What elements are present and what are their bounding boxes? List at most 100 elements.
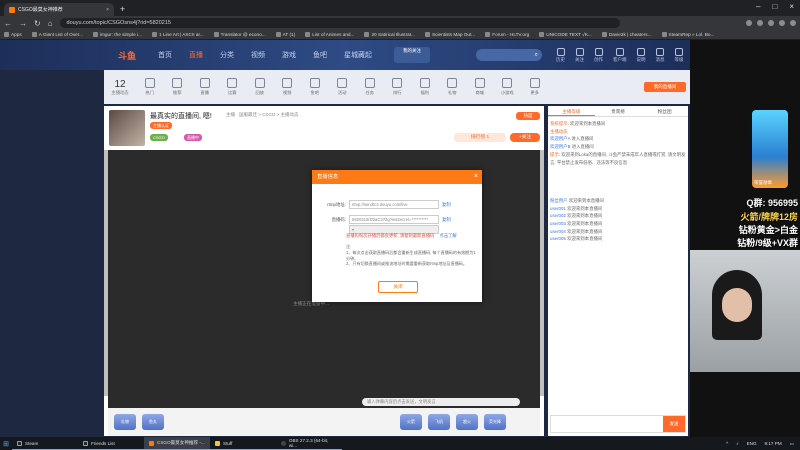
back-icon[interactable]: ←	[4, 19, 12, 28]
follow-count[interactable]: 12 主播动态	[104, 79, 136, 96]
extension-icon[interactable]	[757, 20, 763, 26]
bookmark[interactable]: UNICODE TEXT √K...	[539, 32, 592, 37]
tag-badge[interactable]: 直播中	[184, 134, 202, 141]
taskbar-item[interactable]: Stuff	[210, 437, 276, 450]
copy-code-button[interactable]: 复制	[442, 217, 451, 223]
gift-item[interactable]: 火箭	[400, 414, 422, 430]
bookmark[interactable]: Translator @ econo...	[213, 32, 266, 37]
douyu-logo[interactable]: 斗鱼	[118, 49, 146, 62]
bookmark[interactable]: Davie2k | cheaters...	[601, 32, 652, 37]
taskbar-item[interactable]: Friends List	[78, 437, 144, 450]
clock[interactable]: 9:17 PM	[765, 441, 782, 446]
sub-item[interactable]: 任务	[356, 78, 384, 96]
bookmark[interactable]: List of Animes and...	[305, 32, 354, 37]
chat-tab[interactable]: 粉丝团	[641, 106, 688, 116]
bookmark[interactable]: 1 Line Art | ASCII ar...	[151, 32, 204, 37]
sub-item[interactable]: 热门	[136, 78, 164, 96]
send-button[interactable]: 发送	[663, 416, 685, 432]
danmu-input[interactable]: 输入弹幕内容后点击发送，文明发言	[362, 398, 520, 406]
help-button[interactable]: 说明	[637, 47, 646, 63]
chat-tab[interactable]: 贵宾榜	[595, 106, 642, 116]
sub-item[interactable]: 直播	[191, 78, 219, 96]
nav-games[interactable]: 游戏	[282, 50, 296, 60]
bookmark[interactable]: A Giant List of Over...	[31, 32, 83, 37]
gift-item[interactable]: 鱼丸	[142, 414, 164, 430]
message-button[interactable]: 消息	[656, 47, 665, 63]
new-tab-icon[interactable]: +	[120, 3, 125, 16]
sub-item[interactable]: 更多	[521, 78, 549, 96]
nav-fishbar[interactable]: 鱼吧	[313, 50, 327, 60]
forward-icon[interactable]: →	[19, 19, 27, 28]
hot-button[interactable]: 热度	[516, 112, 540, 120]
my-room-button[interactable]: 我的直播间	[644, 82, 686, 92]
sub-item[interactable]: 活动	[329, 78, 357, 96]
bookmark[interactable]: SteamRep » Lol. Bo...	[661, 32, 714, 37]
sub-item[interactable]: 视频	[274, 78, 302, 96]
home-icon[interactable]: ⌂	[48, 19, 53, 28]
chat-tab[interactable]: 主播等级	[548, 106, 595, 116]
search-icon[interactable]: ⌕	[535, 52, 538, 59]
sub-item[interactable]: 小游戏	[494, 78, 522, 96]
notification-icon[interactable]: ▭	[790, 441, 794, 447]
reload-icon[interactable]: ↻	[34, 19, 41, 28]
language-indicator[interactable]: ENG	[747, 441, 757, 446]
taskbar-item[interactable]: Steam	[12, 437, 78, 450]
sub-item[interactable]: 排行	[384, 78, 412, 96]
nav-home[interactable]: 首页	[158, 50, 172, 60]
client-button[interactable]: 客户端	[613, 47, 627, 63]
sub-item[interactable]: 礼物	[439, 78, 467, 96]
gift-item[interactable]: 荧光棒	[484, 414, 506, 430]
close-tab-icon[interactable]: ×	[106, 7, 109, 13]
history-button[interactable]: 历史	[556, 47, 565, 63]
sub-item[interactable]: 鱼吧	[301, 78, 329, 96]
bookmark[interactable]: Forum - HLTV.org	[485, 32, 529, 37]
gift-item[interactable]: 飞机	[428, 414, 450, 430]
extension-icon[interactable]	[746, 20, 752, 26]
chevron-up-icon[interactable]: ^	[726, 441, 728, 446]
windows-start-icon[interactable]: ⊞	[0, 437, 12, 450]
bookmark[interactable]: Scientists Map Out...	[424, 32, 475, 37]
close-window-icon[interactable]: ×	[789, 2, 794, 11]
sub-item[interactable]: 回放	[246, 78, 274, 96]
taskbar-item[interactable]: OBS 27.2.3 (64-bit, wi...	[276, 437, 342, 450]
bookmark[interactable]: 20 Satirical Illustrat...	[364, 32, 415, 37]
gift-item[interactable]: 超火	[456, 414, 478, 430]
anchor-avatar[interactable]	[109, 110, 145, 146]
browser-tab[interactable]: CSGO最莫女神推荐 ×	[4, 3, 114, 16]
follow-button[interactable]: +关注	[510, 133, 540, 142]
chat-input[interactable]: 发送	[550, 415, 686, 433]
bookmark[interactable]: Apps	[4, 32, 22, 37]
minimize-icon[interactable]: –	[756, 2, 760, 11]
extension-icon[interactable]	[768, 20, 774, 26]
volume-icon[interactable]: ♪	[736, 441, 738, 446]
level-button[interactable]: 等级	[675, 47, 684, 63]
taskbar-item[interactable]: CSGO最莫女神推荐 -...	[144, 437, 210, 450]
bookmark[interactable]: imgur: the simple i...	[92, 32, 142, 37]
url-bar[interactable]: douyu.com/topic/CSGOsns4j?rid=5820215	[59, 18, 620, 28]
maximize-icon[interactable]: □	[772, 2, 777, 11]
profile-icon[interactable]	[779, 20, 785, 26]
learn-more-link[interactable]: 点击了解	[440, 233, 457, 238]
live-button[interactable]: 我的关注	[394, 47, 430, 63]
sub-item[interactable]: 商城	[466, 78, 494, 96]
bookmark[interactable]: AT (1)	[275, 32, 295, 37]
code-field[interactable]: 5820215rD2aC372g?wsSecret=**********	[349, 215, 439, 224]
nav-star[interactable]: 星城藏起	[344, 50, 372, 60]
sub-item[interactable]: 福利	[411, 78, 439, 96]
sub-item[interactable]: 推荐	[164, 78, 192, 96]
rtmp-field[interactable]: rtmp://sendtc3.douyu.com/live	[349, 200, 439, 209]
nav-category[interactable]: 分类	[220, 50, 234, 60]
rank-button[interactable]: 排行榜 1	[454, 133, 506, 142]
nav-live[interactable]: 直播	[189, 50, 203, 60]
menu-icon[interactable]	[790, 20, 796, 26]
create-button[interactable]: 创作	[594, 47, 603, 63]
gift-item[interactable]: 礼物	[114, 414, 136, 430]
close-dialog-button[interactable]: 关闭	[378, 281, 418, 293]
follow-button[interactable]: 关注	[575, 47, 584, 63]
close-icon[interactable]: ×	[474, 170, 478, 184]
sub-item[interactable]: 比赛	[219, 78, 247, 96]
copy-rtmp-button[interactable]: 复制	[442, 202, 451, 208]
search-box[interactable]: ⌕	[476, 49, 542, 61]
nav-video[interactable]: 视频	[251, 50, 265, 60]
tag-badge[interactable]: CSGO	[150, 134, 168, 141]
